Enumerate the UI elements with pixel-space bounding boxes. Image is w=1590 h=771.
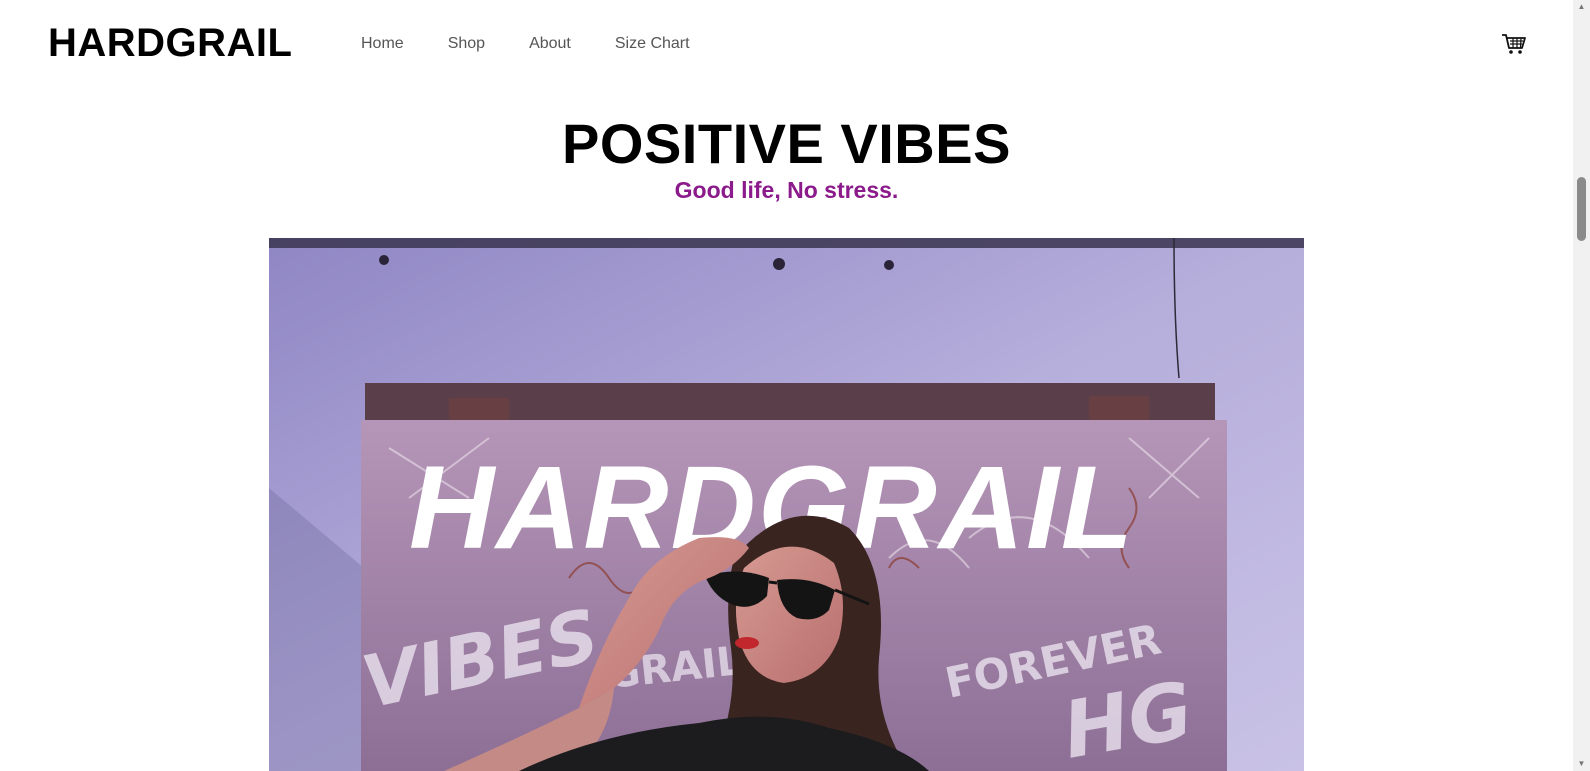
nav-about-link[interactable]: About bbox=[529, 34, 571, 54]
hero-title: POSITIVE VIBES bbox=[562, 112, 1011, 175]
nav-home-link[interactable]: Home bbox=[361, 34, 404, 54]
main-nav: Home Shop About Size Chart bbox=[361, 34, 734, 54]
cart-icon[interactable] bbox=[1500, 30, 1528, 58]
scrollbar-thumb[interactable] bbox=[1577, 177, 1586, 241]
nav-shop-link[interactable]: Shop bbox=[448, 34, 485, 54]
scroll-down-arrow-icon[interactable]: ▼ bbox=[1573, 757, 1590, 771]
vertical-scrollbar[interactable]: ▲ ▼ bbox=[1573, 0, 1590, 771]
brand-logo[interactable]: HARDGRAIL bbox=[48, 20, 292, 66]
site-header: HARDGRAIL Home Shop About Size Chart bbox=[0, 0, 1573, 88]
scroll-up-arrow-icon[interactable]: ▲ bbox=[1573, 0, 1590, 14]
hero-banner-image: HARDGRAIL VIBES GRAIL FOREVER HG bbox=[269, 238, 1304, 771]
nav-size-chart-link[interactable]: Size Chart bbox=[615, 34, 690, 54]
hero-subtitle: Good life, No stress. bbox=[674, 177, 899, 203]
page: HARDGRAIL Home Shop About Size Chart POS… bbox=[0, 0, 1590, 771]
